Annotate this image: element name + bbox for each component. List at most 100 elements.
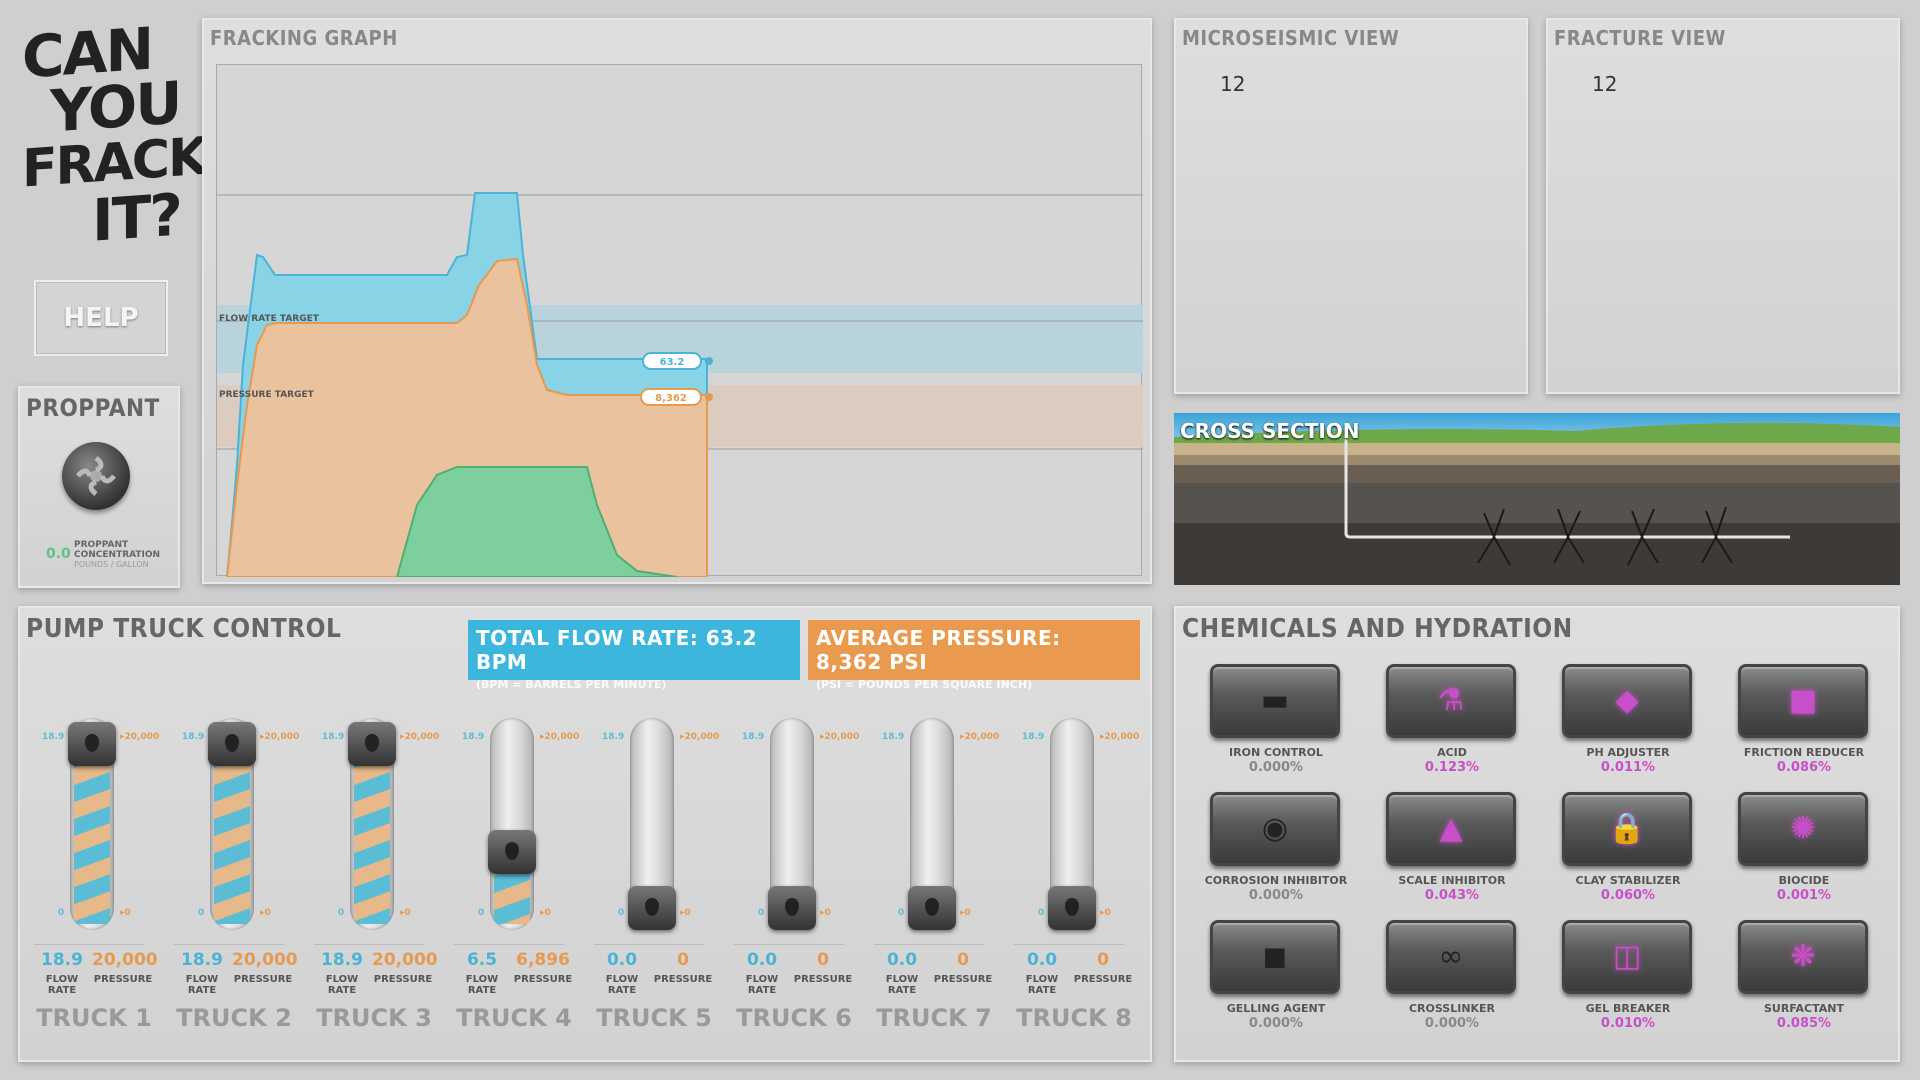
chemical-value: 0.000% — [1248, 760, 1304, 775]
truck-divider — [454, 944, 564, 945]
truck-min-pressure: ▸0 — [120, 908, 131, 918]
total-flow-value: TOTAL FLOW RATE: 63.2 BPM — [476, 626, 758, 674]
fracture-value: 12 — [1592, 72, 1618, 96]
chemical-button[interactable]: ◉ — [1210, 792, 1340, 866]
chemicals-title: CHEMICALS AND HYDRATION — [1182, 614, 1573, 644]
truck-min-pressure: ▸0 — [960, 908, 971, 918]
truck-max-pressure: ▸20,000 — [540, 732, 580, 742]
friction-icon: ■ — [1788, 683, 1818, 718]
chemical-friction-reducer: ■ FRICTION REDUCER 0.086% — [1724, 664, 1874, 788]
chemical-name: FRICTION REDUCER — [1743, 746, 1865, 759]
chemical-button[interactable]: ⚗ — [1386, 664, 1516, 738]
truck-pressure-label: PRESSURE — [373, 974, 433, 985]
truck-divider — [594, 944, 704, 945]
truck-name: TRUCK 7 — [876, 1004, 992, 1032]
iron-bars-icon: ▬ — [1260, 683, 1290, 718]
cross-section-title: CROSS SECTION — [1180, 419, 1360, 443]
truck-flow-value: 18.9 — [41, 950, 83, 970]
truck-flow-value: 0.0 — [1026, 950, 1058, 970]
proppant-knob[interactable] — [62, 442, 130, 510]
proppant-label-1: PROPPANT — [74, 540, 129, 550]
microseismic-value: 12 — [1220, 72, 1246, 96]
total-flow-sub: (BPM = BARRELS PER MINUTE) — [476, 678, 667, 691]
chemical-ph-adjuster: ◆ PH ADJUSTER 0.011% — [1548, 664, 1698, 788]
pressure-marker — [705, 393, 713, 401]
logo-line-4: IT? — [92, 180, 181, 255]
truck-min-flow: 0 — [58, 908, 65, 918]
chemical-button[interactable]: ◆ — [1562, 664, 1692, 738]
truck-min-pressure: ▸0 — [540, 908, 551, 918]
chemical-name: ACID — [1437, 746, 1467, 759]
pressure-target-label: PRESSURE TARGET — [219, 390, 315, 400]
chemical-button[interactable]: ∞ — [1386, 920, 1516, 994]
chemical-name: GELLING AGENT — [1226, 1002, 1326, 1015]
chemical-button[interactable]: 🔒 — [1562, 792, 1692, 866]
chemical-button[interactable]: ■ — [1738, 664, 1868, 738]
truck-max-pressure: ▸20,000 — [260, 732, 300, 742]
chemical-value: 0.086% — [1776, 760, 1832, 775]
chemical-clay-stabilizer: 🔒 CLAY STABILIZER 0.060% — [1548, 792, 1698, 916]
truck-flow-label: FLOW RATE — [885, 974, 919, 996]
avg-pressure-box: AVERAGE PRESSURE: 8,362 PSI (PSI = POUND… — [808, 620, 1140, 691]
truck-max-flow: 18.9 — [322, 732, 345, 742]
truck-slider-handle[interactable] — [628, 886, 676, 930]
truck-max-pressure: ▸20,000 — [820, 732, 860, 742]
truck-slider-handle[interactable] — [1048, 886, 1096, 930]
truck-slider-handle[interactable] — [908, 886, 956, 930]
lock-icon: 🔒 — [1608, 811, 1646, 846]
truck-flow-value: 6.5 — [466, 950, 498, 970]
truck-slider-handle[interactable] — [768, 886, 816, 930]
truck-divider — [314, 944, 424, 945]
chemical-value: 0.123% — [1424, 760, 1480, 775]
truck-max-pressure: ▸20,000 — [680, 732, 720, 742]
truck-max-pressure: ▸20,000 — [120, 732, 160, 742]
truck-max-pressure: ▸20,000 — [400, 732, 440, 742]
truck-slider-track[interactable] — [490, 718, 534, 930]
truck-6: 18.9 ▸20,000 0 ▸0 0.0 0 FLOW RATE PRESSURE TRUCK… — [724, 718, 859, 1038]
truck-3: 18.9 ▸20,000 0 ▸0 18.9 20,000 FLOW RATE PRESSUR… — [304, 718, 439, 1038]
truck-slider-handle[interactable] — [348, 722, 396, 766]
chemical-value: 0.011% — [1600, 760, 1656, 775]
truck-min-pressure: ▸0 — [260, 908, 271, 918]
flow-target-label: FLOW RATE TARGET — [219, 314, 320, 324]
help-button[interactable]: HELP — [34, 280, 168, 356]
truck-2: 18.9 ▸20,000 0 ▸0 18.9 20,000 FLOW RATE PRESSUR… — [164, 718, 299, 1038]
truck-pressure-value: 20,000 — [92, 950, 158, 970]
fracking-graph: FLOW RATE TARGET PRESSURE TARGET 63.2 8,… — [216, 64, 1143, 578]
truck-divider — [874, 944, 984, 945]
flow-marker — [705, 357, 713, 365]
truck-flow-label: FLOW RATE — [325, 974, 359, 996]
chemical-button[interactable]: ▬ — [1210, 664, 1340, 738]
chemical-value: 0.001% — [1776, 888, 1832, 903]
proppant-panel: PROPPANT 0.0 PROPPANT CONCENTRATION POUN… — [18, 386, 180, 588]
scale-icon: ▲ — [1439, 811, 1463, 846]
truck-min-flow: 0 — [898, 908, 905, 918]
truck-slider-handle[interactable] — [488, 830, 536, 874]
microseismic-title: MICROSEISMIC VIEW — [1182, 26, 1400, 50]
game-logo: CAN YOU FRACK IT? — [22, 15, 206, 269]
chemical-button[interactable]: ◫ — [1562, 920, 1692, 994]
chemical-value: 0.010% — [1600, 1016, 1656, 1031]
truck-slider-handle[interactable] — [68, 722, 116, 766]
truck-divider — [734, 944, 844, 945]
avg-pressure-value: AVERAGE PRESSURE: 8,362 PSI — [816, 626, 1061, 674]
truck-min-pressure: ▸0 — [1100, 908, 1111, 918]
chemical-button[interactable]: ✺ — [1738, 792, 1868, 866]
truck-1: 18.9 ▸20,000 0 ▸0 18.9 20,000 FLOW RATE PRESSUR… — [24, 718, 159, 1038]
truck-name: TRUCK 6 — [736, 1004, 852, 1032]
truck-pressure-label: PRESSURE — [233, 974, 293, 985]
chemical-button[interactable]: ❋ — [1738, 920, 1868, 994]
flask-icon: ⚗ — [1437, 683, 1465, 718]
truck-name: TRUCK 3 — [316, 1004, 432, 1032]
chemical-name: PH ADJUSTER — [1586, 746, 1670, 759]
truck-min-flow: 0 — [758, 908, 765, 918]
truck-pressure-value: 20,000 — [232, 950, 298, 970]
chemical-button[interactable]: ▲ — [1386, 792, 1516, 866]
microseismic-panel: MICROSEISMIC VIEW 12 — [1174, 18, 1528, 394]
chemical-scale-inhibitor: ▲ SCALE INHIBITOR 0.043% — [1372, 792, 1522, 916]
chemical-button[interactable]: ◼ — [1210, 920, 1340, 994]
ph-icon: ◆ — [1615, 683, 1639, 718]
truck-pressure-value: 6,896 — [516, 950, 570, 970]
truck-max-flow: 18.9 — [742, 732, 765, 742]
truck-slider-handle[interactable] — [208, 722, 256, 766]
